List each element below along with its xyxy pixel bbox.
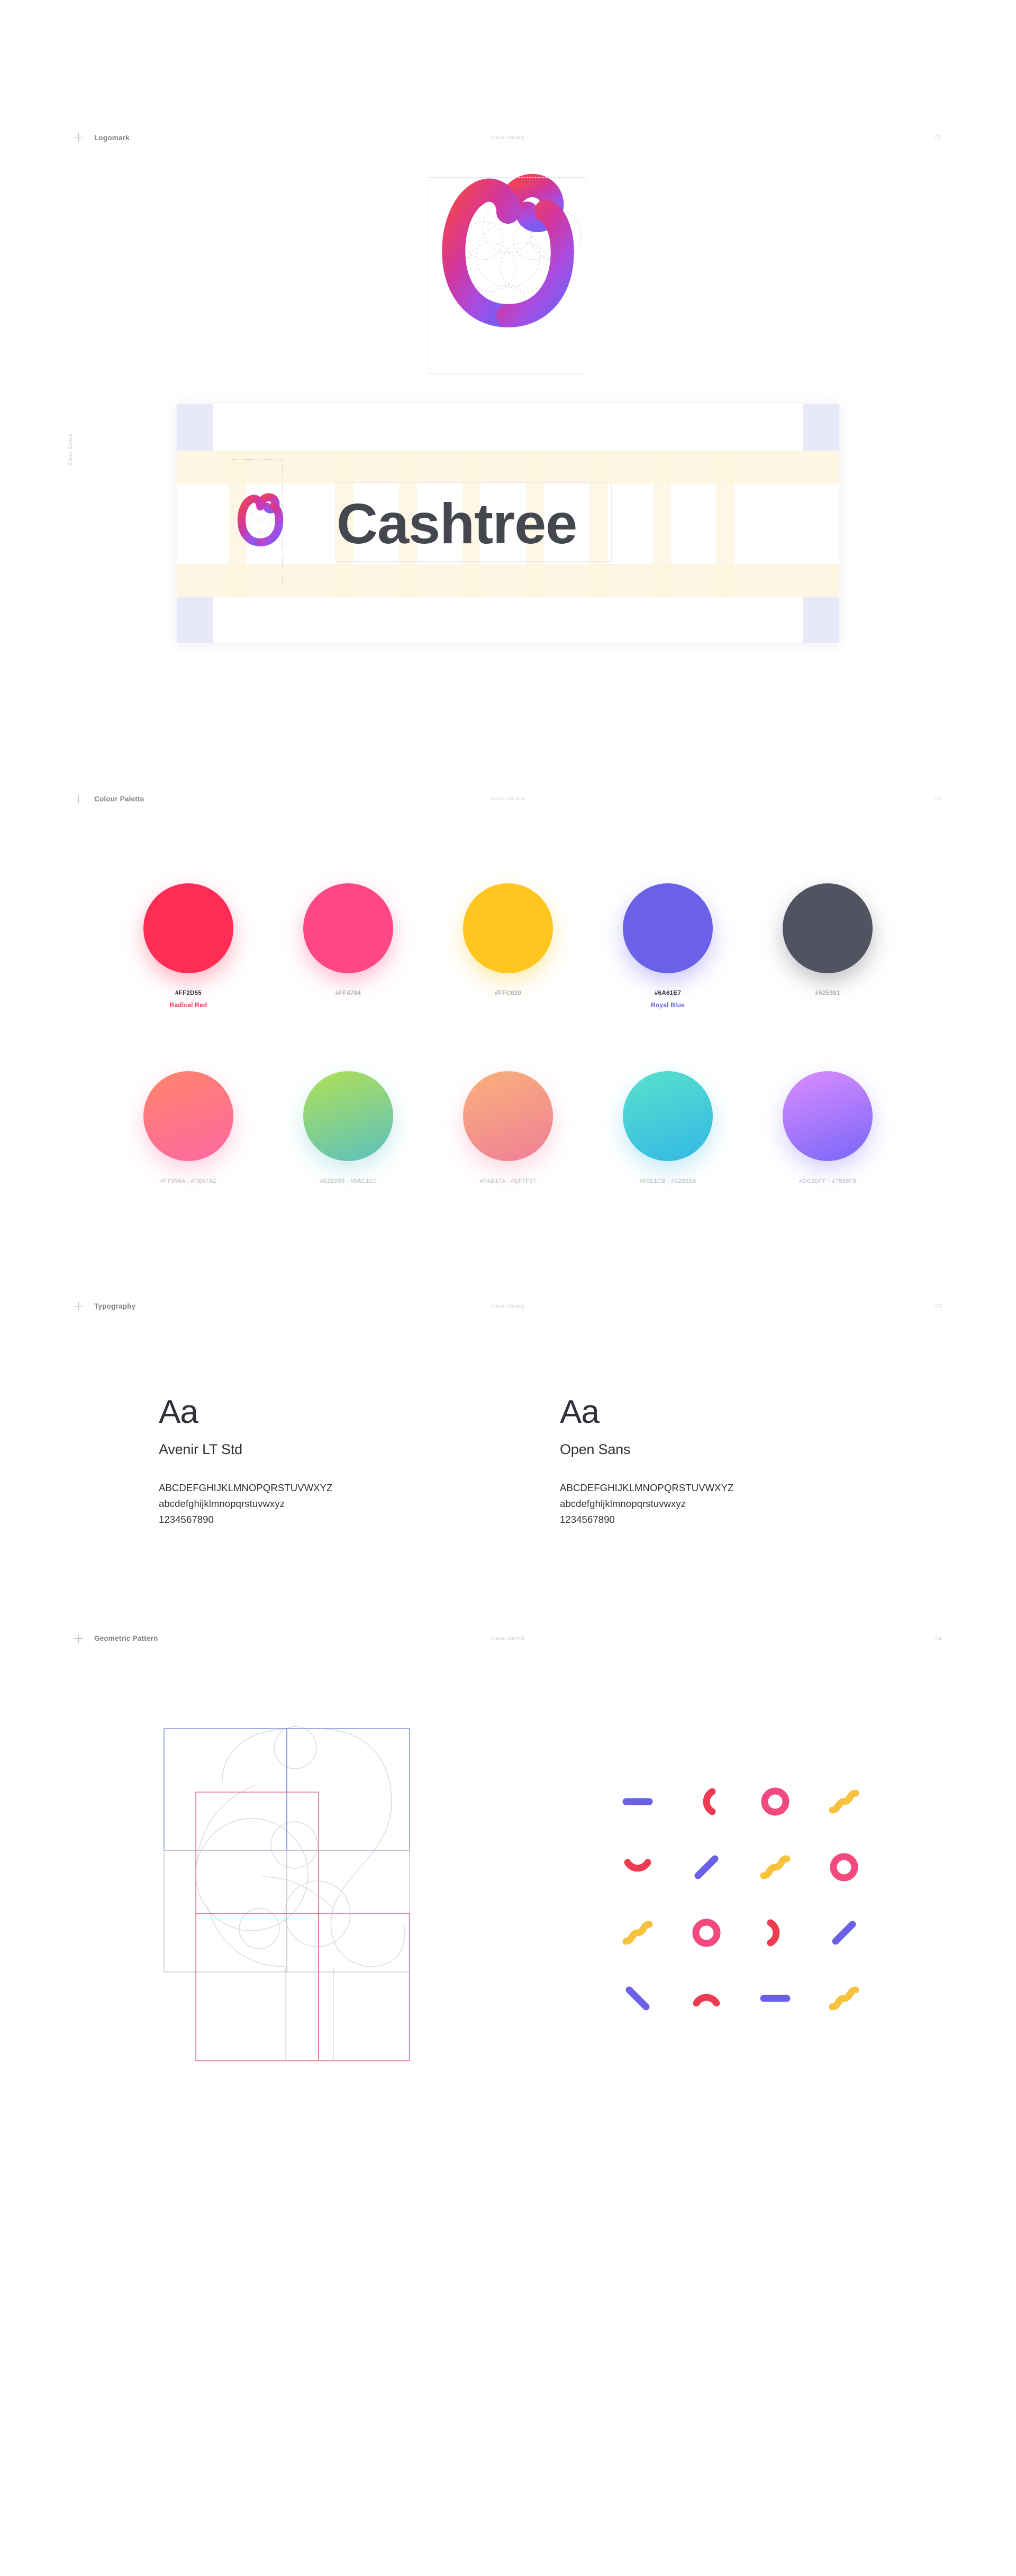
colour-swatch: #6A61E7 Royal Blue: [622, 883, 713, 1009]
clear-space-showcase: Clear Space Cashtree: [0, 376, 1016, 672]
section-subtitle: Visual Identity: [491, 134, 525, 141]
typeface-block: Aa Open Sans ABCDEFGHIJKLMNOPQRSTUVWXYZ …: [560, 1396, 835, 1528]
pattern-arc-left-icon: [672, 1769, 741, 1834]
colour-swatch-circle: [143, 883, 233, 973]
gradient-swatch-circle: [783, 1071, 873, 1161]
colour-swatch-hex: #FF2D55: [175, 990, 202, 997]
pattern-ring-icon: [810, 1834, 878, 1900]
gradient-swatch: #FF856A - #FE67A2: [143, 1071, 234, 1184]
wordmark-text: Cashtree: [337, 491, 577, 555]
logomark-showcase: [0, 148, 1016, 376]
typeface-numerals: 1234567890: [159, 1513, 214, 1525]
colour-swatch-hex: #FF4784: [335, 990, 361, 997]
section-subtitle: Visual Identity: [491, 1303, 525, 1309]
colour-swatch-circle: [623, 883, 713, 973]
gradient-swatch-circle: [143, 1071, 233, 1161]
pattern-arc-up-icon: [672, 1966, 741, 2031]
plus-icon: [74, 1634, 83, 1643]
pattern-dash-diagonal-back-icon: [603, 1966, 672, 2031]
gradient-swatch-circle: [463, 1071, 553, 1161]
clear-space-board: Cashtree: [177, 404, 839, 643]
colour-swatch: #FFC620: [462, 883, 554, 1009]
section-header-geometric-pattern: Geometric Pattern Visual Identity 04: [0, 1628, 1016, 1649]
gradient-swatch-label: #FF856A - #FE67A2: [160, 1178, 216, 1184]
section-number: 01: [935, 134, 942, 141]
pattern-wave-icon: [810, 1769, 878, 1834]
brand-guidelines-page: Logomark Visual Identity 01 Clear Space …: [0, 0, 1016, 2199]
pattern-wave-icon: [810, 1966, 878, 2031]
pattern-wave-icon: [603, 1900, 672, 1966]
typeface-numerals: 1234567890: [560, 1513, 615, 1525]
colour-swatch-name: Royal Blue: [650, 1001, 685, 1009]
gradient-swatch-label: #DC8DFF - #7866F8: [799, 1178, 856, 1184]
geometric-pattern-grid: [603, 1769, 878, 2031]
typeface-specimen: Aa: [159, 1394, 198, 1430]
colour-swatch: #FF2D55 Radical Red: [143, 883, 234, 1009]
plus-icon: [74, 1302, 83, 1310]
gradient-swatch-label: #FAB17A - #EF7F97: [480, 1178, 536, 1184]
typeface-name: Avenir LT Std: [159, 1441, 242, 1457]
colour-swatch: #525361: [782, 883, 873, 1009]
pattern-dash-horizontal-icon: [741, 1966, 810, 2031]
pattern-dash-diagonal-icon: [810, 1900, 878, 1966]
colour-swatch-circle: [783, 883, 873, 973]
typeface-lowercase: abcdefghijklmnopqrstuvwxyz: [560, 1497, 686, 1509]
colour-swatch: #FF4784: [303, 883, 394, 1009]
section-header-logomark: Logomark Visual Identity 01: [0, 127, 1016, 148]
section-title: Typography: [94, 1302, 136, 1310]
pattern-ring-icon: [741, 1769, 810, 1834]
pattern-construction-diagram: [159, 1718, 524, 2067]
colour-swatch-hex: #525361: [815, 990, 840, 997]
section-header-typography: Typography Visual Identity 03: [0, 1295, 1016, 1317]
section-number: 04: [935, 1635, 942, 1642]
section-header-colour-palette: Colour Palette Visual Identity 02: [0, 788, 1016, 809]
colour-swatch-circle: [463, 883, 553, 973]
section-title: Colour Palette: [94, 794, 144, 803]
colour-palette: #FF2D55 Radical Red #FF4784 #FFC620 #6A61E7 R…: [0, 883, 1016, 1184]
typeface-uppercase: ABCDEFGHIJKLMNOPQRSTUVWXYZ: [159, 1482, 333, 1493]
section-number: 03: [935, 1303, 942, 1309]
gradient-swatch: #59E1CB - #32B8E6: [622, 1071, 713, 1184]
plus-icon: [74, 794, 83, 803]
pattern-dash-horizontal-icon: [603, 1769, 672, 1834]
lockup-logomark: [237, 493, 284, 559]
pattern-arc-down-icon: [603, 1834, 672, 1900]
section-title: Logomark: [94, 133, 130, 142]
geometric-pattern-section: [0, 1718, 1016, 2067]
section-number: 02: [935, 796, 942, 802]
colour-swatch-circle: [303, 883, 393, 973]
gradient-swatch: #B2E055 - #5AC1C0: [303, 1071, 394, 1184]
solid-swatch-row: #FF2D55 Radical Red #FF4784 #FFC620 #6A61E7 R…: [143, 883, 873, 1009]
typeface-block: Aa Avenir LT Std ABCDEFGHIJKLMNOPQRSTUVW…: [159, 1396, 434, 1528]
gradient-swatch-circle: [623, 1071, 713, 1161]
gradient-swatch-label: #59E1CB - #32B8E6: [639, 1178, 696, 1184]
gradient-swatch: #FAB17A - #EF7F97: [462, 1071, 554, 1184]
plus-icon: [74, 133, 83, 142]
colour-swatch-hex: #FFC620: [494, 990, 522, 997]
pattern-wave-icon: [741, 1834, 810, 1900]
colour-swatch-hex: #6A61E7: [654, 990, 682, 997]
typeface-specimen: Aa: [560, 1394, 600, 1430]
clear-space-label: Clear Space: [68, 433, 74, 465]
pattern-ring-icon: [672, 1900, 741, 1966]
logomark-guide-rect: [429, 177, 586, 374]
gradient-swatch-label: #B2E055 - #5AC1C0: [320, 1178, 377, 1184]
typography-specimens: Aa Avenir LT Std ABCDEFGHIJKLMNOPQRSTUVW…: [0, 1396, 1016, 1528]
typeface-lowercase: abcdefghijklmnopqrstuvwxyz: [159, 1497, 285, 1509]
typeface-uppercase: ABCDEFGHIJKLMNOPQRSTUVWXYZ: [560, 1482, 734, 1493]
gradient-swatch-circle: [303, 1071, 393, 1161]
gradient-swatch: #DC8DFF - #7866F8: [782, 1071, 873, 1184]
section-subtitle: Visual Identity: [491, 796, 525, 802]
typeface-name: Open Sans: [560, 1441, 631, 1457]
pattern-dash-diagonal-icon: [672, 1834, 741, 1900]
pattern-arc-right-icon: [741, 1900, 810, 1966]
colour-swatch-name: Radical Red: [169, 1001, 207, 1009]
gradient-swatch-row: #FF856A - #FE67A2 #B2E055 - #5AC1C0 #FAB17…: [143, 1071, 873, 1184]
section-title: Geometric Pattern: [94, 1634, 158, 1643]
